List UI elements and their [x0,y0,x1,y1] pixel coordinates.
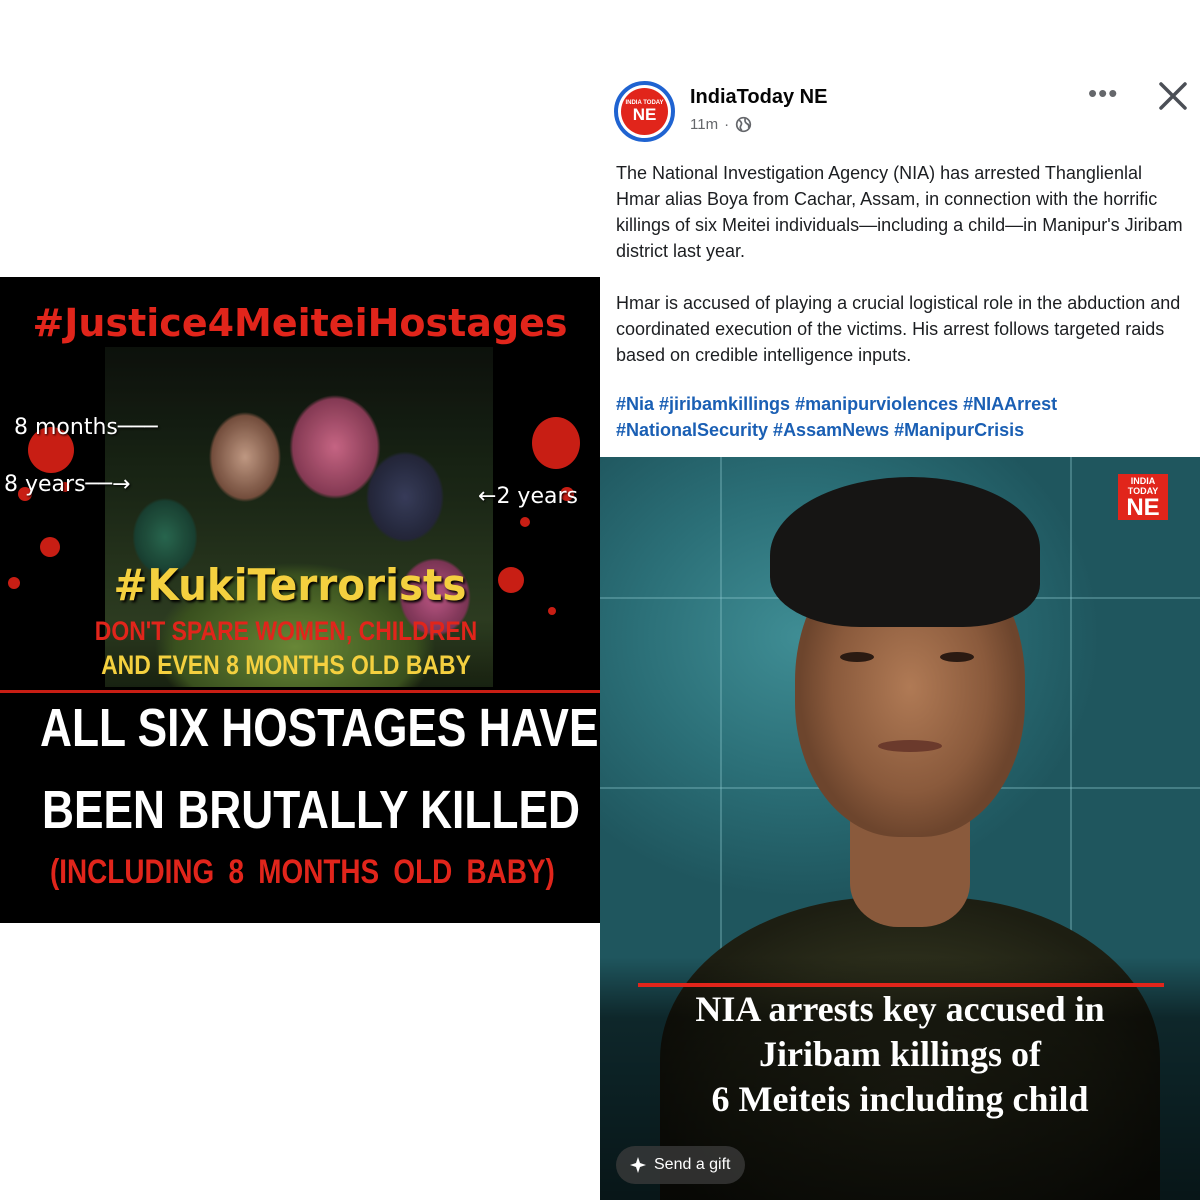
page-avatar[interactable]: INDIA TODAY NE [614,81,675,142]
post-body: The National Investigation Agency (NIA) … [616,160,1188,394]
label-8-months: 8 months─── [14,415,158,440]
post-paragraph-2: Hmar is accused of playing a crucial log… [616,293,1181,365]
poster-divider [0,690,600,693]
globe-icon [735,116,752,133]
post-timestamp[interactable]: 11m [690,116,718,133]
more-options-icon[interactable]: ••• [1088,80,1118,106]
wall-line [720,457,722,957]
post-hashtags[interactable]: #Nia #jiribamkillings #manipurviolences … [616,391,1190,443]
label-2-years: ←2 years [478,484,578,509]
poster-including-line: (INCLUDING 8 MONTHS OLD BABY) [50,853,555,891]
poster-headline-line-1: ALL SIX HOSTAGES HAVE [40,698,599,758]
blood-splatter [8,577,20,589]
send-gift-label: Send a gift [654,1156,731,1173]
person-eye [840,652,874,662]
blood-splatter [532,417,580,469]
india-today-ne-watermark: INDIA TODAY NE [1118,474,1168,520]
blood-splatter [520,517,530,527]
poster-subline-2: AND EVEN 8 MONTHS OLD BABY [101,650,471,680]
headline-line-3: 6 Meiteis including child [711,1079,1089,1119]
wall-line [1070,457,1072,957]
person-eye [940,652,974,662]
headline-line-1: NIA arrests key accused in [695,989,1105,1029]
person-mouth [878,740,942,752]
blood-splatter [40,537,60,557]
post-meta: 11m · [690,116,752,133]
meta-separator: · [724,116,730,133]
india-today-ne-logo: INDIA TODAY NE [621,88,668,135]
close-icon[interactable] [1155,78,1191,114]
hostage-poster-image: #Justice4MeiteiHostages 8 months─── 8 ye… [0,277,600,923]
news-headline: NIA arrests key accused in Jiribam killi… [630,987,1170,1122]
page-name-link[interactable]: IndiaToday NE [690,86,827,109]
gift-sparkle-icon [630,1157,646,1173]
send-gift-button[interactable]: Send a gift [616,1146,745,1184]
headline-line-2: Jiribam killings of [758,1034,1042,1074]
facebook-post: INDIA TODAY NE IndiaToday NE 11m · ••• T… [600,0,1200,1200]
post-paragraph-1: The National Investigation Agency (NIA) … [616,163,1183,261]
person-hair [770,477,1040,627]
label-8-years: 8 years──→ [4,472,131,497]
poster-hashtag-kuki: #KukiTerrorists [113,560,467,611]
poster-hashtag-justice: #Justice4MeiteiHostages [32,301,568,345]
post-news-image[interactable]: INDIA TODAY NE NIA arrests key accused i… [600,457,1200,1200]
poster-headline-line-2: BEEN BRUTALLY KILLED [42,780,580,840]
poster-subline-1: DON'T SPARE WOMEN, CHILDREN [94,616,478,646]
